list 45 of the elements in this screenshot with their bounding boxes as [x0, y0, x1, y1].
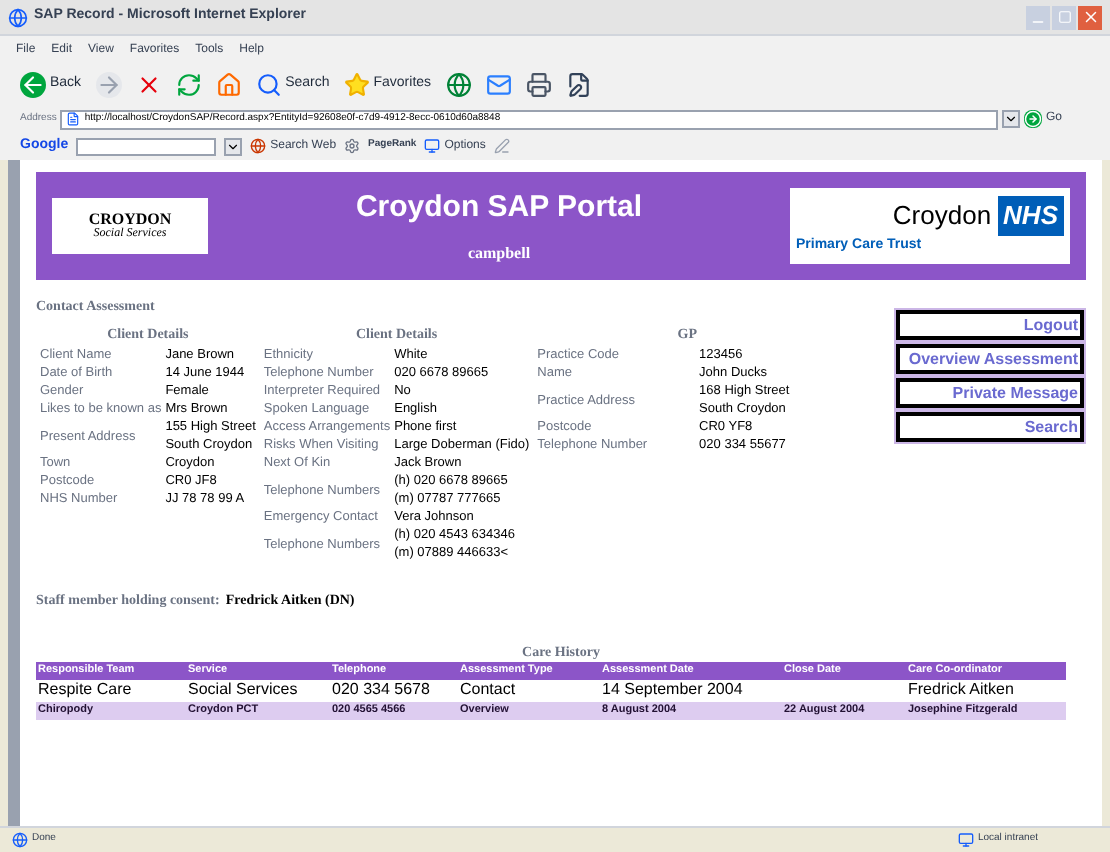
table-cell-text: 020 334 5678: [330, 680, 432, 700]
dropdown-button[interactable]: [224, 137, 243, 155]
action-button[interactable]: Logout: [896, 310, 1084, 340]
portal-title: Croydon SAP Portal: [355, 187, 643, 228]
page-icon: [66, 112, 81, 126]
printer-icon: [525, 72, 552, 98]
globe-icon: [250, 138, 267, 154]
star-icon: [343, 72, 370, 98]
browser-icon: [8, 7, 28, 27]
go-arrow-icon: [1023, 110, 1042, 128]
chevron-down-icon: [226, 139, 241, 153]
document-icon: [565, 72, 592, 98]
mail-icon: [485, 72, 512, 98]
pen-icon[interactable]: [493, 138, 510, 154]
logo-text: CROYDON: [88, 212, 172, 228]
table-cell-text: Respite Care: [36, 680, 134, 700]
forward-icon: [95, 72, 122, 98]
chevron-down-icon: [1003, 112, 1018, 126]
google-search-field[interactable]: [76, 137, 217, 155]
logo-text: Croydon: [892, 198, 992, 234]
stop-icon: [135, 72, 162, 98]
refresh-icon: [175, 72, 202, 98]
maximize-icon: [1057, 10, 1071, 24]
nhs-badge: NHS: [997, 196, 1064, 235]
table-cell-text: Contact: [458, 680, 518, 700]
action-button[interactable]: Private Message: [896, 378, 1084, 408]
gear-icon[interactable]: [344, 138, 361, 154]
close-icon: [1081, 8, 1099, 26]
table-cell-text: Social Services: [186, 680, 300, 700]
table-cell-text: Fredrick Aitken: [906, 680, 1016, 700]
intranet-icon: [957, 832, 974, 848]
table-cell-text: 14 September 2004: [600, 680, 745, 700]
globe-icon: [445, 72, 472, 98]
toolbar-button[interactable]: [441, 72, 476, 98]
action-button[interactable]: Overview Assessment: [896, 344, 1084, 374]
monitor-icon: [424, 138, 441, 154]
user-name: campbell: [467, 242, 531, 267]
search-icon: [255, 72, 282, 98]
toolbar-button[interactable]: [521, 72, 556, 98]
action-button[interactable]: Search: [896, 412, 1084, 442]
back-icon: [20, 72, 46, 98]
close-button[interactable]: [1078, 5, 1102, 29]
dropdown-button[interactable]: [1001, 110, 1020, 128]
page-icon: [12, 832, 28, 848]
home-icon: [215, 72, 242, 98]
